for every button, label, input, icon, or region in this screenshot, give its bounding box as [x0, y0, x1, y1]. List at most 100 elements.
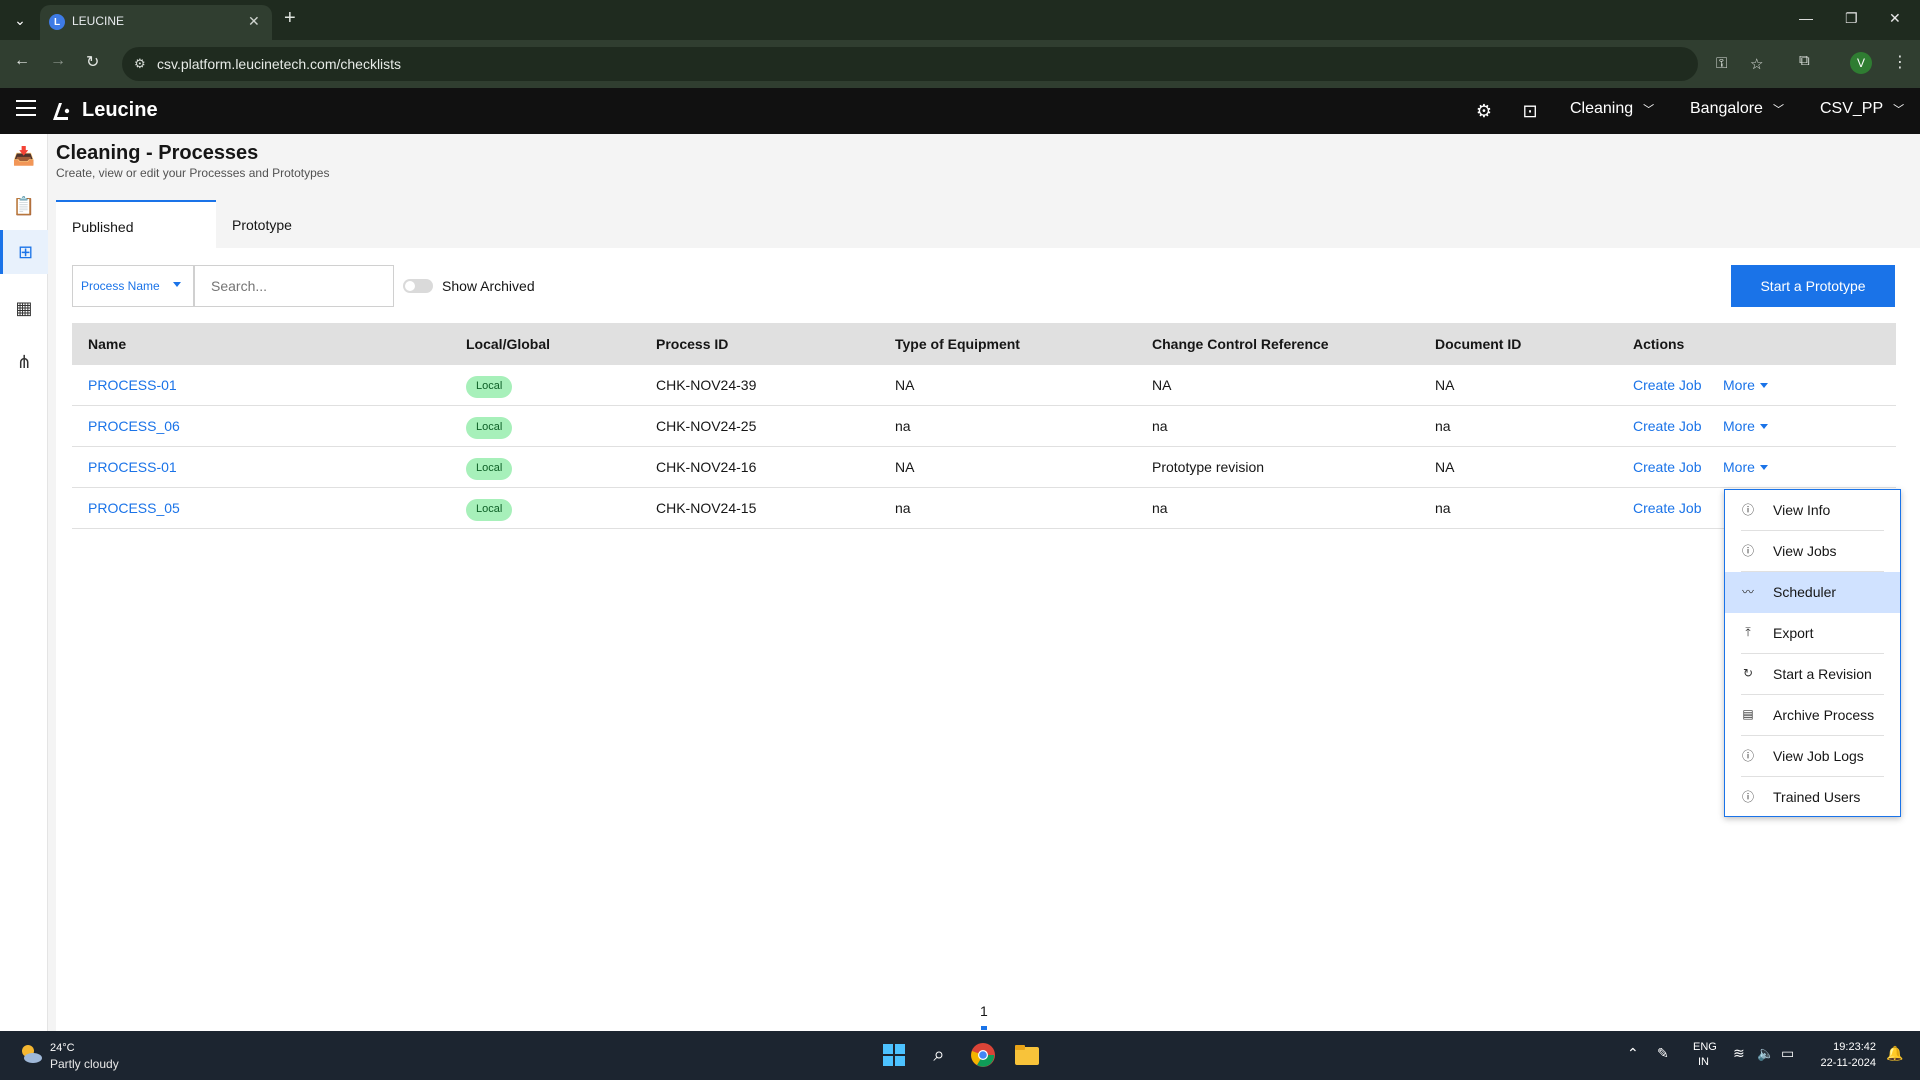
back-icon[interactable]: ←	[14, 52, 30, 70]
system-clock[interactable]: 19:23:42 22-11-2024	[1821, 1039, 1876, 1071]
col-header-scope: Local/Global	[466, 336, 551, 352]
chrome-icon[interactable]	[969, 1041, 997, 1069]
menu-item-archive-process[interactable]: ▤ Archive Process	[1725, 695, 1900, 736]
volume-icon[interactable]: 🔈	[1757, 1045, 1774, 1062]
inbox-icon[interactable]: 📥	[0, 134, 48, 178]
menu-item-view-info[interactable]: ⓘ View Info	[1725, 490, 1900, 531]
table-row: PROCESS-01 Local CHK-NOV24-16 NA Prototy…	[72, 447, 1896, 488]
menu-item-start-revision[interactable]: ↻ Start a Revision	[1725, 654, 1900, 695]
browser-menu-icon[interactable]: ⋮	[1892, 52, 1908, 72]
process-name-link[interactable]: PROCESS-01	[88, 377, 177, 393]
table-row: PROCESS_06 Local CHK-NOV24-25 na na na C…	[72, 406, 1896, 447]
hamburger-menu-icon[interactable]	[16, 100, 36, 121]
pagination-page[interactable]: 1	[980, 1003, 988, 1019]
new-tab-icon[interactable]: +	[284, 8, 296, 28]
equipment-type: NA	[895, 377, 915, 393]
clock-time: 19:23:42	[1833, 1041, 1876, 1053]
restore-icon[interactable]: ❐	[1845, 10, 1858, 27]
more-label: More	[1723, 377, 1755, 393]
start-prototype-button[interactable]: Start a Prototype	[1731, 265, 1895, 307]
export-icon: ⤒	[1745, 624, 1751, 639]
forward-icon[interactable]: →	[50, 52, 66, 70]
create-job-link[interactable]: Create Job	[1633, 418, 1701, 434]
search-input[interactable]	[194, 265, 394, 307]
process-name-link[interactable]: PROCESS_06	[88, 418, 180, 434]
facility-select[interactable]: Cleaning ﹀	[1570, 100, 1654, 118]
battery-icon[interactable]: ▭	[1781, 1045, 1794, 1062]
calendar-icon[interactable]: ▦	[0, 286, 48, 330]
menu-item-export[interactable]: ⤒ Export	[1725, 613, 1900, 654]
more-actions-menu: ⓘ View Info ⓘ View Jobs 〰 Scheduler ⤒ Ex…	[1724, 489, 1901, 817]
search-icon[interactable]: ⌕	[925, 1041, 953, 1069]
file-explorer-icon[interactable]	[1013, 1041, 1041, 1069]
logo-text: Leucine	[82, 99, 158, 121]
pen-menu-icon[interactable]: ✎	[1657, 1045, 1669, 1062]
table-row: PROCESS_05 Local CHK-NOV24-15 na na na C…	[72, 488, 1896, 529]
address-bar[interactable]: ⚙ csv.platform.leucinetech.com/checklist…	[122, 47, 1763, 81]
site-info-icon[interactable]: ⚙	[134, 56, 146, 72]
weather-temperature[interactable]: 24°C	[50, 1042, 75, 1054]
chevron-down-icon: ﹀	[1772, 104, 1784, 116]
tab-published[interactable]: Published	[56, 200, 216, 248]
filter-field-select[interactable]: Process Name	[72, 265, 194, 307]
process-name-link[interactable]: PROCESS-01	[88, 459, 177, 475]
close-tab-icon[interactable]: ✕	[248, 13, 260, 30]
user-select[interactable]: CSV_PP ﹀	[1820, 100, 1904, 118]
process-table: Name Local/Global Process ID Type of Equ…	[72, 323, 1896, 529]
menu-item-label: Start a Revision	[1773, 666, 1872, 682]
checklist-icon[interactable]: 📋	[0, 184, 48, 228]
weather-description[interactable]: Partly cloudy	[50, 1057, 119, 1071]
menu-item-view-job-logs[interactable]: ⓘ View Job Logs	[1725, 736, 1900, 777]
show-hidden-icons-icon[interactable]: ⌃	[1627, 1045, 1639, 1062]
language-line2[interactable]: IN	[1698, 1056, 1709, 1068]
minimize-icon[interactable]: —	[1799, 10, 1813, 26]
create-job-link[interactable]: Create Job	[1633, 377, 1701, 393]
change-control-ref: na	[1152, 418, 1168, 434]
browser-toolbar: ← → ↻ ⚙ csv.platform.leucinetech.com/che…	[0, 40, 1920, 88]
windows-taskbar: 24°C Partly cloudy ⌕ ⌃ ✎ ENG IN ≋ 🔈 ▭ 19…	[0, 1031, 1920, 1080]
processes-icon[interactable]: ⊞	[0, 230, 48, 274]
location-select[interactable]: Bangalore ﹀	[1690, 100, 1784, 118]
scope-badge: Local	[466, 499, 513, 521]
chevron-down-icon: ﹀	[1893, 104, 1905, 116]
windows-start-icon[interactable]	[880, 1041, 908, 1069]
bookmark-star-icon[interactable]: ☆	[1750, 55, 1763, 73]
more-actions-button[interactable]: More	[1723, 459, 1768, 475]
more-actions-button[interactable]: More	[1723, 377, 1768, 393]
archive-icon: ▤	[1742, 707, 1754, 721]
profile-avatar[interactable]: V	[1850, 52, 1872, 74]
scan-icon[interactable]: ⊡	[1519, 100, 1541, 122]
extensions-icon[interactable]: ⧉	[1799, 52, 1810, 69]
process-name-link[interactable]: PROCESS_05	[88, 500, 180, 516]
menu-item-label: View Job Logs	[1773, 748, 1864, 764]
toggle-knob	[405, 281, 415, 291]
leucine-favicon-icon: L	[49, 14, 65, 30]
menu-item-scheduler[interactable]: 〰 Scheduler	[1725, 572, 1900, 613]
wifi-icon[interactable]: ≋	[1733, 1045, 1745, 1062]
close-window-icon[interactable]: ✕	[1889, 10, 1901, 27]
browser-tab[interactable]: L LEUCINE ✕	[40, 5, 272, 40]
menu-item-trained-users[interactable]: ⓘ Trained Users	[1725, 777, 1900, 818]
show-archived-toggle[interactable]	[403, 279, 433, 293]
change-control-ref: NA	[1152, 377, 1172, 393]
more-label: More	[1723, 418, 1755, 434]
create-job-link[interactable]: Create Job	[1633, 459, 1701, 475]
process-id: CHK-NOV24-16	[656, 459, 757, 475]
menu-item-label: View Info	[1773, 502, 1831, 518]
hierarchy-icon[interactable]: ⋔	[0, 340, 48, 384]
menu-item-view-jobs[interactable]: ⓘ View Jobs	[1725, 531, 1900, 572]
address-url[interactable]: csv.platform.leucinetech.com/checklists	[157, 56, 401, 72]
tab-search-icon[interactable]: ⌄	[8, 8, 32, 32]
filter-field-label: Process Name	[81, 279, 160, 293]
more-actions-button[interactable]: More	[1723, 418, 1768, 434]
create-job-link[interactable]: Create Job	[1633, 500, 1701, 516]
password-key-icon[interactable]: ⚿	[1716, 55, 1727, 72]
user-select-label: CSV_PP	[1820, 100, 1884, 117]
language-line1[interactable]: ENG	[1693, 1041, 1717, 1053]
reload-icon[interactable]: ↻	[86, 52, 99, 72]
notification-bell-icon[interactable]: 🔔	[1886, 1045, 1903, 1062]
settings-gear-icon[interactable]: ⚙	[1473, 100, 1495, 122]
scope-badge: Local	[466, 458, 513, 480]
tab-prototype[interactable]: Prototype	[216, 200, 376, 248]
process-id: CHK-NOV24-39	[656, 377, 757, 393]
